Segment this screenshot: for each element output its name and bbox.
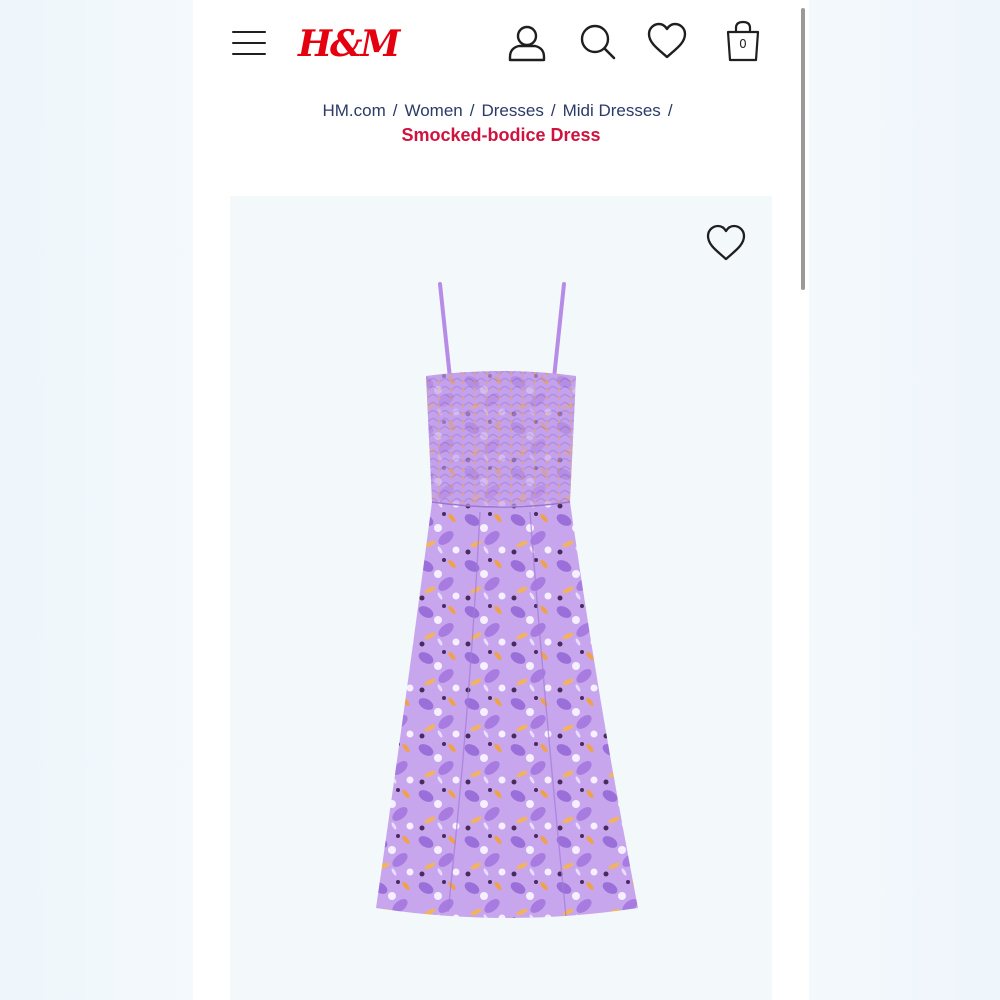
bag-icon[interactable]: 0 — [724, 20, 762, 64]
breadcrumb-separator: / — [392, 101, 398, 120]
dress-product-image — [376, 282, 638, 918]
breadcrumb-separator: / — [667, 101, 673, 120]
menu-icon[interactable] — [232, 31, 266, 57]
breadcrumb-link-midi-dresses[interactable]: Midi Dresses — [563, 101, 661, 120]
product-title: Smocked-bodice Dress — [401, 125, 601, 145]
breadcrumb-link-home[interactable]: HM.com — [322, 101, 385, 120]
heart-outline-icon[interactable] — [706, 224, 746, 262]
cart-count: 0 — [739, 37, 747, 51]
breadcrumb-link-dresses[interactable]: Dresses — [481, 101, 543, 120]
heart-icon[interactable] — [646, 22, 688, 60]
scrollbar[interactable] — [801, 8, 805, 290]
breadcrumb-separator: / — [550, 101, 556, 120]
breadcrumb: HM.com / Women / Dresses / Midi Dresses / — [193, 99, 809, 123]
breadcrumb-separator: / — [469, 101, 475, 120]
search-icon[interactable] — [578, 22, 618, 62]
account-icon[interactable] — [506, 21, 548, 63]
breadcrumb-link-women[interactable]: Women — [404, 101, 462, 120]
hm-logo[interactable]: H&M — [298, 22, 400, 66]
